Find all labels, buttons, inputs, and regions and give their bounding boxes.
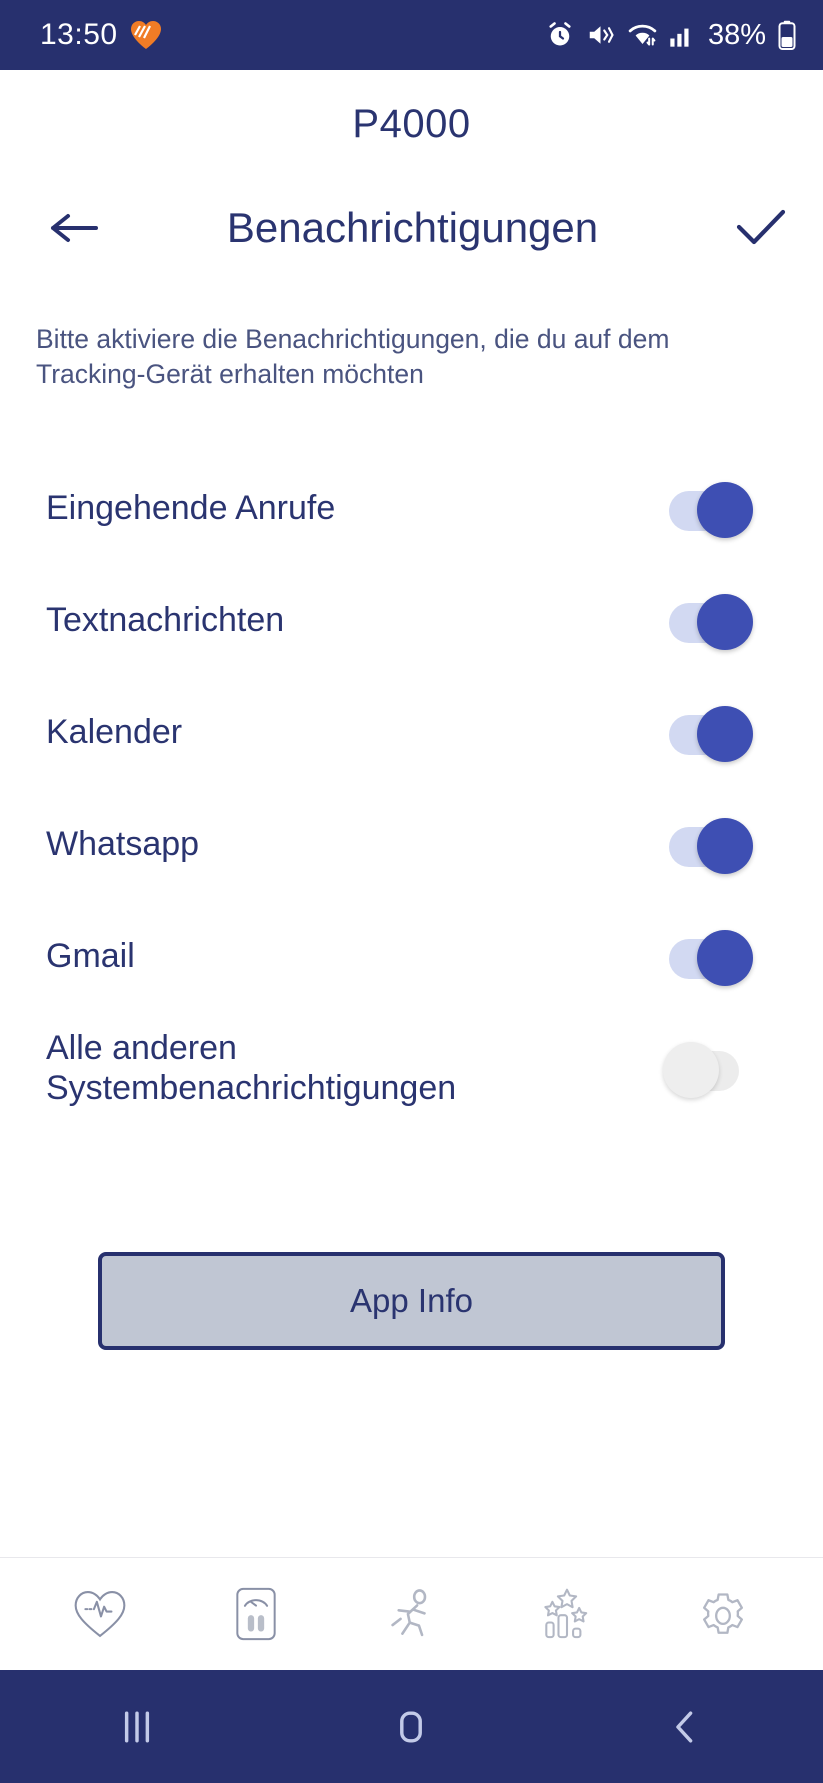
home-icon [400, 1710, 423, 1743]
switch-thumb [697, 817, 753, 874]
toggle-switch-text-messages[interactable] [669, 593, 753, 650]
status-time: 13:50 [40, 18, 118, 51]
status-bar-left: 13:50 [40, 18, 162, 52]
alarm-icon [545, 20, 575, 50]
toggle-row-whatsapp[interactable]: Whatsapp [0, 788, 823, 900]
tab-settings[interactable] [668, 1586, 778, 1642]
toggle-label: Alle anderen Systembenachrichtigungen [46, 1028, 457, 1107]
back-button-nav[interactable] [606, 1704, 766, 1750]
page-title: Benachrichtigungen [226, 203, 599, 251]
wifi-icon [627, 20, 658, 50]
recents-icon [125, 1710, 150, 1743]
settings-gear-icon [703, 1593, 744, 1634]
toggle-label: Gmail [46, 936, 135, 975]
running-activity-icon [391, 1589, 427, 1637]
toggle-switch-incoming-calls[interactable] [669, 481, 753, 538]
battery-percent-label: 38% [707, 18, 766, 51]
bottom-tab-bar [0, 1557, 823, 1670]
achievements-icon [544, 1588, 588, 1639]
app-info-section: App Info [0, 1124, 823, 1350]
status-bar-right: 38% [545, 19, 797, 52]
tab-heart-rate[interactable] [45, 1588, 155, 1640]
tab-achievements[interactable] [512, 1587, 622, 1641]
toggle-switch-gmail[interactable] [669, 929, 753, 986]
switch-thumb [697, 929, 753, 986]
notification-toggle-list: Eingehende Anrufe Textnachrichten Kalend… [0, 392, 823, 1124]
tab-running-activity[interactable] [356, 1587, 466, 1641]
switch-thumb [663, 1041, 719, 1098]
home-button[interactable] [331, 1704, 491, 1750]
switch-thumb [697, 705, 753, 762]
instruction-text: Bitte aktiviere die Benachrichtigungen, … [36, 324, 670, 389]
back-icon [676, 1710, 693, 1743]
switch-thumb [697, 481, 753, 538]
tab-weight-scale[interactable] [201, 1586, 311, 1642]
toggle-row-other-system-notifications[interactable]: Alle anderen Systembenachrichtigungen [0, 1012, 823, 1124]
toggle-switch-calendar[interactable] [669, 705, 753, 762]
status-bar: 13:50 38% [0, 0, 823, 70]
switch-thumb [697, 593, 753, 650]
heart-rate-icon [74, 1591, 126, 1638]
toggle-row-text-messages[interactable]: Textnachrichten [0, 564, 823, 676]
back-arrow-icon [51, 213, 98, 242]
toggle-label: Eingehende Anrufe [46, 488, 336, 527]
checkmark-icon [736, 209, 786, 244]
toggle-label: Kalender [46, 712, 183, 751]
app-title: P4000 [352, 102, 471, 146]
app-info-button[interactable]: App Info [98, 1251, 725, 1350]
mute-vibrate-icon [586, 20, 616, 50]
page-header: Benachrichtigungen [0, 175, 823, 280]
recents-button[interactable] [57, 1704, 217, 1750]
android-nav-bar [0, 1670, 823, 1783]
toggle-row-calendar[interactable]: Kalender [0, 676, 823, 788]
toggle-switch-whatsapp[interactable] [669, 817, 753, 874]
confirm-button[interactable] [717, 205, 789, 251]
toggle-switch-other-system-notifications[interactable] [663, 1041, 747, 1098]
toggle-label: Whatsapp [46, 824, 200, 863]
signal-icon [669, 21, 695, 49]
heart-logo-icon [130, 20, 162, 50]
weight-scale-icon [236, 1587, 276, 1641]
toggle-row-incoming-calls[interactable]: Eingehende Anrufe [0, 452, 823, 564]
phone-screen: 13:50 38% P4000 Benachrichtigungen Bitte… [0, 0, 823, 1783]
toggle-row-gmail[interactable]: Gmail [0, 900, 823, 1012]
battery-icon [777, 20, 797, 50]
toggle-label: Textnachrichten [46, 600, 285, 639]
